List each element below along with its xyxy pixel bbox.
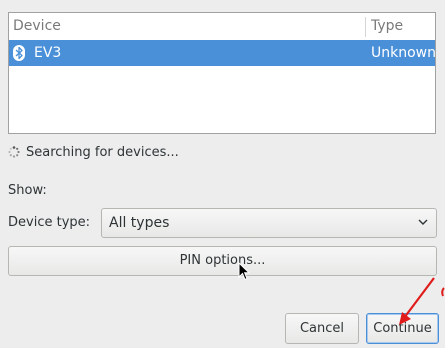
bluetooth-icon [13, 45, 25, 61]
pin-options-button[interactable]: PIN options... [8, 246, 437, 276]
search-status-text: Searching for devices... [26, 145, 179, 160]
device-name: EV3 [34, 45, 62, 61]
device-type-label: Device type: [8, 215, 91, 230]
chevron-down-icon [418, 219, 428, 225]
spinner-icon [8, 145, 20, 158]
mouse-cursor-icon [238, 262, 250, 281]
red-arrow-annotation-icon [399, 277, 445, 325]
column-header-device[interactable]: Device [13, 13, 61, 40]
show-label: Show: [8, 183, 47, 198]
column-header-type[interactable]: Type [371, 13, 403, 40]
device-type: Unknown [371, 45, 436, 61]
device-type-select-value: All types [109, 215, 170, 231]
device-row-ev3[interactable]: EV3 Unknown [9, 40, 436, 66]
cancel-button[interactable]: Cancel [285, 313, 359, 344]
search-status: Searching for devices... [8, 143, 179, 163]
device-type-select[interactable]: All types [101, 208, 437, 238]
list-header: Device Type [9, 13, 435, 41]
column-divider [365, 17, 366, 37]
device-list[interactable]: Device Type EV3 Unknown [8, 12, 436, 134]
